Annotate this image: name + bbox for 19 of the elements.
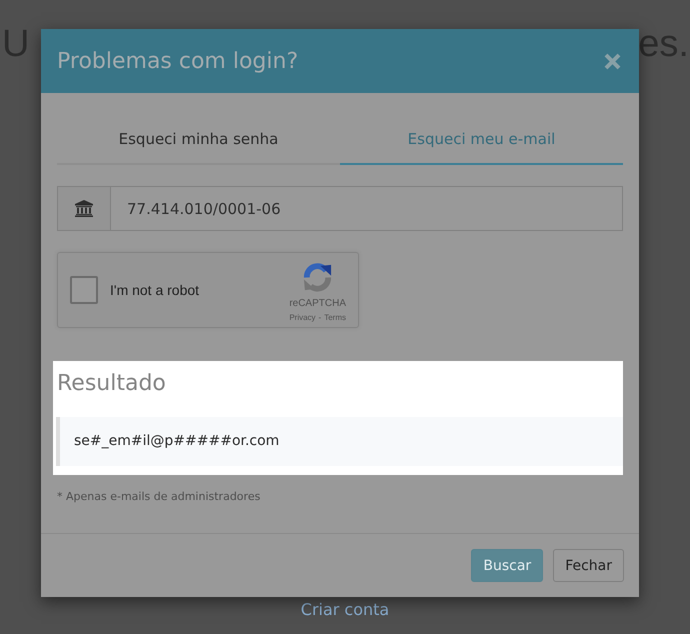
close-icon [603, 52, 622, 70]
tab[interactable]: Esqueci meu e-mail [340, 115, 623, 165]
terms-link[interactable]: Terms [324, 313, 346, 322]
dialog-title: Problemas com login? [57, 48, 298, 74]
masked-email-quote: se#_em#il@p#####or.com [56, 417, 623, 466]
privacy-link[interactable]: Privacy [289, 313, 316, 322]
close-dialog-button[interactable]: Fechar [553, 549, 624, 582]
document-field[interactable]: 77.414.010/0001-06 [110, 186, 623, 231]
captcha-brand-text: reCAPTCHA [289, 298, 346, 309]
tab[interactable]: Esqueci minha senha [57, 115, 340, 165]
checkbox[interactable] [70, 276, 98, 304]
admin-note-text: * Apenas e-mails de administradores [57, 490, 262, 504]
close-button[interactable] [603, 52, 622, 70]
circular-arrows-icon [302, 262, 334, 293]
result-heading: Resultado [57, 371, 167, 397]
captcha-label: I'm not a robot [110, 282, 200, 298]
building-icon [75, 200, 93, 217]
create-account-link[interactable]: Criar conta [300, 600, 390, 619]
link-separator-text: - [318, 313, 322, 322]
